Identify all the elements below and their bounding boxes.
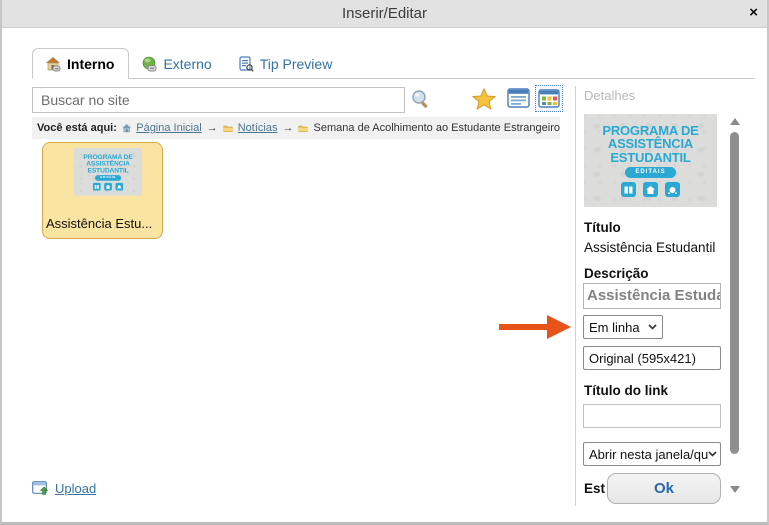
search-icon[interactable] [410, 89, 432, 111]
thumbnail-view-toggle[interactable] [535, 85, 563, 112]
breadcrumb-current: Semana de Acolhimento ao Estudante Estra… [314, 122, 560, 134]
breadcrumb-separator: → [207, 122, 218, 134]
breadcrumb-prefix: Você está aqui: [37, 122, 117, 134]
promo-badge: EDITAIS [95, 175, 121, 181]
promo-badge: EDITAIS [625, 167, 675, 178]
ok-button[interactable]: Ok [607, 473, 721, 504]
home-link-icon [45, 56, 61, 72]
target-select[interactable]: Abrir nesta janela/qu [583, 442, 721, 466]
tab-externo-label: Externo [163, 56, 211, 72]
upload-label: Upload [55, 481, 96, 496]
style-label: Est [584, 481, 605, 496]
promo-icons [621, 182, 680, 197]
globe-link-icon [141, 56, 157, 72]
document-preview-icon [238, 56, 254, 72]
chevron-down-icon [708, 451, 717, 457]
details-preview-image: PROGRAMA DE ASSISTÊNCIA ESTUDANTIL EDITA… [584, 114, 717, 207]
promo-line: ESTUDANTIL [87, 167, 128, 174]
breadcrumb-separator: → [282, 122, 293, 134]
alignment-select[interactable]: Em linha [583, 315, 663, 339]
upload-icon [32, 481, 49, 496]
book-icon [621, 182, 636, 197]
alarm-icon [115, 183, 123, 191]
tab-tip-preview[interactable]: Tip Preview [226, 49, 347, 78]
details-header: Detalhes [584, 88, 635, 103]
description-field[interactable]: Assistência Estudantil [583, 283, 721, 309]
dialog-title: Inserir/Editar [2, 0, 767, 27]
home-icon [122, 122, 131, 134]
dialog-titlebar: Inserir/Editar × [2, 0, 767, 28]
tab-tip-preview-label: Tip Preview [260, 56, 333, 72]
promo-artwork: PROGRAMA DE ASSISTÊNCIA ESTUDANTIL EDITA… [74, 148, 142, 196]
description-label: Descrição [584, 266, 649, 281]
link-title-label: Título do link [584, 383, 668, 398]
grid-view-icon [538, 89, 560, 108]
breadcrumb-link-pagina-inicial[interactable]: Página Inicial [136, 122, 201, 134]
search-input[interactable] [32, 87, 405, 113]
size-select[interactable]: Original (595x421) [583, 346, 721, 370]
breadcrumb-link-noticias[interactable]: Notícias [238, 122, 278, 134]
scrollbar-up-arrow[interactable] [730, 118, 740, 125]
house-icon [643, 182, 658, 197]
folder-icon [223, 123, 233, 134]
title-label: Título [584, 220, 621, 235]
result-thumbnail: PROGRAMA DE ASSISTÊNCIA ESTUDANTIL EDITA… [74, 148, 142, 196]
alarm-icon [665, 182, 680, 197]
breadcrumb: Você está aqui: Página Inicial → Notícia… [32, 117, 560, 139]
promo-artwork: PROGRAMA DE ASSISTÊNCIA ESTUDANTIL EDITA… [584, 114, 717, 207]
folder-icon [298, 123, 308, 134]
house-icon [104, 183, 112, 191]
insert-edit-dialog: Inserir/Editar × Interno Externo [0, 0, 769, 525]
scrollbar-thumb[interactable] [730, 132, 739, 454]
promo-line: ESTUDANTIL [610, 151, 690, 165]
tab-interno[interactable]: Interno [32, 48, 129, 79]
result-item-selected[interactable]: PROGRAMA DE ASSISTÊNCIA ESTUDANTIL EDITA… [42, 142, 163, 239]
size-select-value: Original (595x421) [589, 351, 696, 366]
annotation-arrow-icon [499, 312, 573, 342]
title-value: Assistência Estudantil [584, 240, 715, 255]
alignment-select-value: Em linha [589, 320, 640, 335]
book-icon [93, 183, 101, 191]
promo-icons [93, 183, 123, 191]
tab-bar: Interno Externo Tip Preview [32, 46, 755, 79]
upload-link[interactable]: Upload [32, 481, 96, 496]
promo-line: ASSISTÊNCIA [608, 137, 693, 151]
scrollbar-down-arrow[interactable] [730, 486, 740, 493]
pane-divider [575, 86, 576, 506]
tab-interno-label: Interno [67, 56, 114, 72]
tab-externo[interactable]: Externo [129, 49, 225, 78]
link-title-input[interactable] [583, 404, 721, 428]
favorites-star-icon[interactable] [472, 88, 496, 110]
chevron-down-icon [648, 324, 657, 330]
result-item-label: Assistência Estu... [46, 216, 152, 231]
promo-line: PROGRAMA DE [602, 124, 698, 138]
close-icon[interactable]: × [749, 4, 758, 22]
target-select-value: Abrir nesta janela/qu [589, 447, 708, 462]
list-view-icon[interactable] [507, 88, 530, 108]
